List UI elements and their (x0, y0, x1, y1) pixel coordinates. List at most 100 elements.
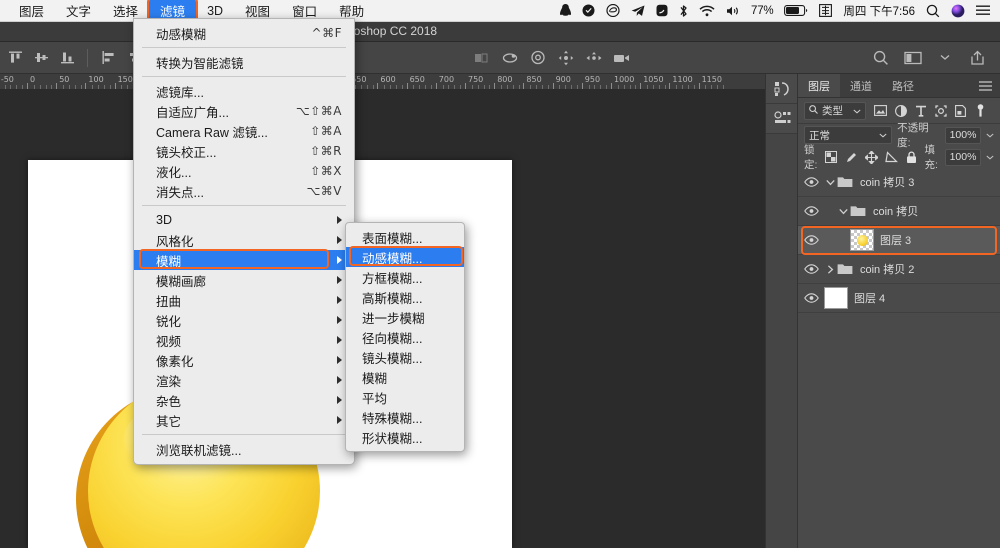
layer-disclosure-icon[interactable] (837, 208, 849, 215)
panel-tab-1[interactable]: 通道 (840, 74, 882, 97)
filter-menu-item[interactable]: 其它 (134, 410, 354, 430)
blur-submenu-item[interactable]: 表面模糊... (346, 227, 464, 247)
lock-image-pixels-icon[interactable] (845, 151, 858, 164)
3d-slide-icon[interactable] (583, 47, 605, 69)
layer-visibility-icon[interactable] (798, 235, 824, 245)
layer-row[interactable]: 图层 4 (798, 284, 1000, 313)
blur-submenu-item[interactable]: 平均 (346, 387, 464, 407)
filter-smartobject-icon[interactable] (954, 104, 967, 117)
align-bottom-edges-icon[interactable] (56, 47, 78, 69)
filter-menu-item[interactable]: 转换为智能滤镜 (134, 52, 354, 72)
menu-item-label: 模糊 (362, 371, 388, 386)
3d-roll-icon[interactable] (527, 47, 549, 69)
panel-menu-icon[interactable] (979, 74, 1000, 97)
ruler-subtick (127, 85, 129, 89)
filter-menu-item[interactable]: 锐化 (134, 310, 354, 330)
filter-menu-item[interactable]: Camera Raw 滤镜... ⇧⌘A (134, 121, 354, 141)
filter-type-select[interactable]: 类型 (804, 101, 866, 120)
lock-artboard-nesting-icon[interactable] (884, 151, 898, 164)
layer-disclosure-icon[interactable] (824, 264, 836, 274)
align-left-edges-icon[interactable] (97, 47, 119, 69)
align-vertical-centers-icon[interactable] (30, 47, 52, 69)
filter-menu-item[interactable]: 扭曲 (134, 290, 354, 310)
layer-visibility-icon[interactable] (798, 264, 824, 274)
lock-transparent-pixels-icon[interactable] (825, 151, 838, 164)
filter-menu-item[interactable]: 镜头校正... ⇧⌘R (134, 141, 354, 161)
share-icon[interactable] (966, 47, 988, 69)
filter-menu-item[interactable]: 杂色 (134, 390, 354, 410)
evernote-icon[interactable] (656, 4, 668, 17)
macos-menu-0[interactable]: 图层 (8, 0, 55, 22)
ruler-subtick (360, 85, 362, 89)
filter-menu-item[interactable]: 自适应广角... ⌥⇧⌘A (134, 101, 354, 121)
layer-row[interactable]: coin 拷贝 (798, 197, 1000, 226)
filter-menu-item[interactable]: 浏览联机滤镜... (134, 439, 354, 459)
blur-submenu-item[interactable]: 方框模糊... (346, 267, 464, 287)
layer-visibility-icon[interactable] (798, 293, 824, 303)
filter-power-toggle-icon[interactable] (974, 103, 987, 117)
filter-menu-item[interactable]: 模糊 (134, 249, 354, 270)
filter-adjustment-icon[interactable] (894, 104, 907, 117)
filter-shape-icon[interactable] (934, 104, 947, 117)
filter-menu-item[interactable]: 像素化 (134, 350, 354, 370)
blur-submenu-item[interactable]: 动感模糊... (346, 246, 464, 267)
filter-menu-item[interactable]: 风格化 (134, 230, 354, 250)
opacity-chevron-icon[interactable] (986, 129, 994, 141)
blur-submenu-item[interactable]: 模糊 (346, 367, 464, 387)
blur-submenu-item[interactable]: 镜头模糊... (346, 347, 464, 367)
panel-tab-2[interactable]: 路径 (882, 74, 924, 97)
filter-image-icon[interactable] (874, 104, 887, 117)
3d-mesh-icon[interactable] (471, 47, 493, 69)
blur-submenu-item[interactable]: 高斯模糊... (346, 287, 464, 307)
clock-datetime[interactable]: 周四 下午7:56 (843, 3, 915, 19)
siri-icon[interactable] (951, 4, 965, 18)
filter-menu-item[interactable]: 模糊画廊 (134, 270, 354, 290)
align-top-edges-icon[interactable] (4, 47, 26, 69)
3d-pan-icon[interactable] (555, 47, 577, 69)
battery-icon[interactable] (784, 5, 808, 16)
lock-all-icon[interactable] (905, 150, 918, 164)
filter-menu-item[interactable]: 动感模糊 ^⌘F (134, 23, 354, 43)
layer-row[interactable]: coin 拷贝 3 (798, 168, 1000, 197)
shield-icon[interactable] (582, 4, 595, 17)
filter-type-icon[interactable] (914, 104, 927, 117)
blur-submenu-item[interactable]: 进一步模糊 (346, 307, 464, 327)
volume-icon[interactable] (726, 5, 740, 17)
layer-visibility-icon[interactable] (798, 177, 824, 187)
blur-submenu-item[interactable]: 径向模糊... (346, 327, 464, 347)
layer-disclosure-icon[interactable] (824, 179, 836, 186)
lock-position-icon[interactable] (864, 150, 878, 164)
fill-value[interactable]: 100% (945, 148, 981, 166)
input-method-icon[interactable] (819, 4, 833, 17)
layer-visibility-icon[interactable] (798, 206, 824, 216)
panel-tab-0[interactable]: 图层 (798, 74, 840, 97)
macos-menu-1[interactable]: 文字 (55, 0, 102, 22)
chevron-down-icon[interactable] (934, 47, 956, 69)
layer-row[interactable]: coin 拷贝 2 (798, 255, 1000, 284)
filter-menu-item[interactable]: 滤镜库... (134, 81, 354, 101)
fill-chevron-icon[interactable] (986, 151, 994, 163)
notification-center-icon[interactable] (976, 5, 990, 17)
search-icon[interactable] (870, 47, 892, 69)
history-panel-icon[interactable] (766, 74, 798, 104)
blur-submenu-item[interactable]: 特殊模糊... (346, 407, 464, 427)
filter-menu-item[interactable]: 视频 (134, 330, 354, 350)
creative-cloud-icon[interactable] (606, 4, 620, 17)
filter-menu-item[interactable]: 液化... ⇧⌘X (134, 161, 354, 181)
properties-panel-icon[interactable] (766, 104, 798, 134)
macos-menu-4[interactable]: 3D (196, 2, 234, 20)
layer-row[interactable]: 图层 3 (798, 226, 1000, 255)
opacity-value[interactable]: 100% (945, 126, 981, 144)
blur-submenu-item[interactable]: 形状模糊... (346, 427, 464, 447)
3d-camera-icon[interactable] (611, 47, 633, 69)
filter-menu-item[interactable]: 消失点... ⌥⌘V (134, 181, 354, 201)
workspace-icon[interactable] (902, 47, 924, 69)
3d-rotate-icon[interactable] (499, 47, 521, 69)
filter-menu-item[interactable]: 3D (134, 210, 354, 230)
spotlight-search-icon[interactable] (926, 4, 940, 18)
filter-menu-item[interactable]: 渲染 (134, 370, 354, 390)
wifi-icon[interactable] (699, 5, 715, 17)
qq-icon[interactable] (560, 4, 571, 17)
bluetooth-icon[interactable] (679, 4, 688, 18)
telegram-icon[interactable] (631, 5, 645, 17)
